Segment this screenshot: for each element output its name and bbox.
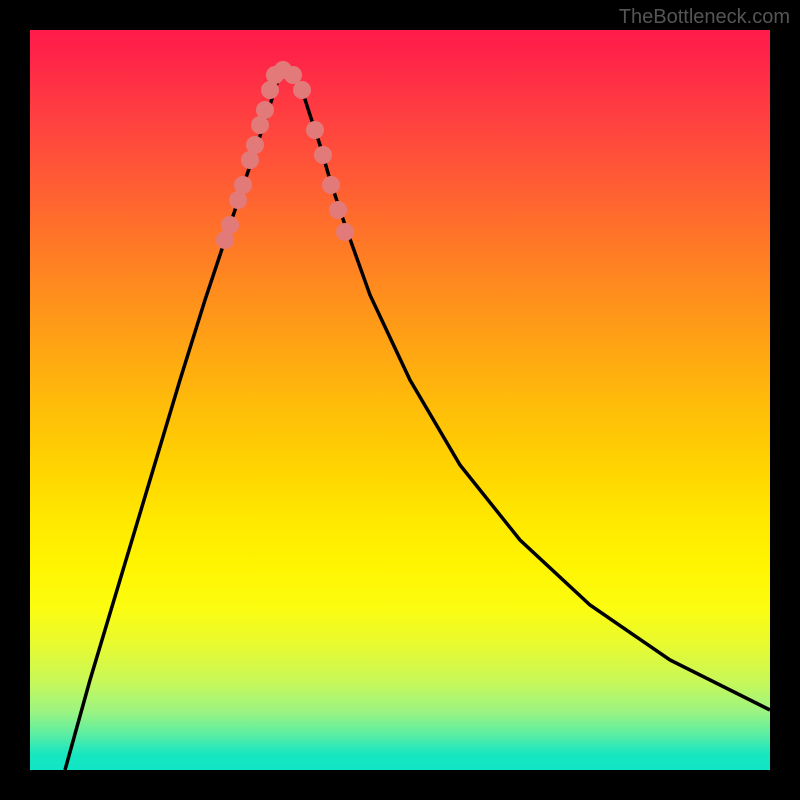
curve-group [65, 70, 770, 770]
scatter-point [314, 146, 332, 164]
chart-svg [30, 30, 770, 770]
scatter-point [221, 216, 239, 234]
scatter-point [336, 223, 354, 241]
scatter-point [234, 176, 252, 194]
scatter-point [256, 101, 274, 119]
scatter-point [306, 121, 324, 139]
bottleneck-curve [65, 70, 770, 770]
scatter-group [216, 61, 354, 249]
scatter-point [293, 81, 311, 99]
scatter-point [284, 66, 302, 84]
chart-container: TheBottleneck.com [0, 0, 800, 800]
watermark-text: TheBottleneck.com [619, 6, 790, 29]
scatter-point [322, 176, 340, 194]
plot-area [30, 30, 770, 770]
scatter-point [246, 136, 264, 154]
scatter-point [329, 201, 347, 219]
